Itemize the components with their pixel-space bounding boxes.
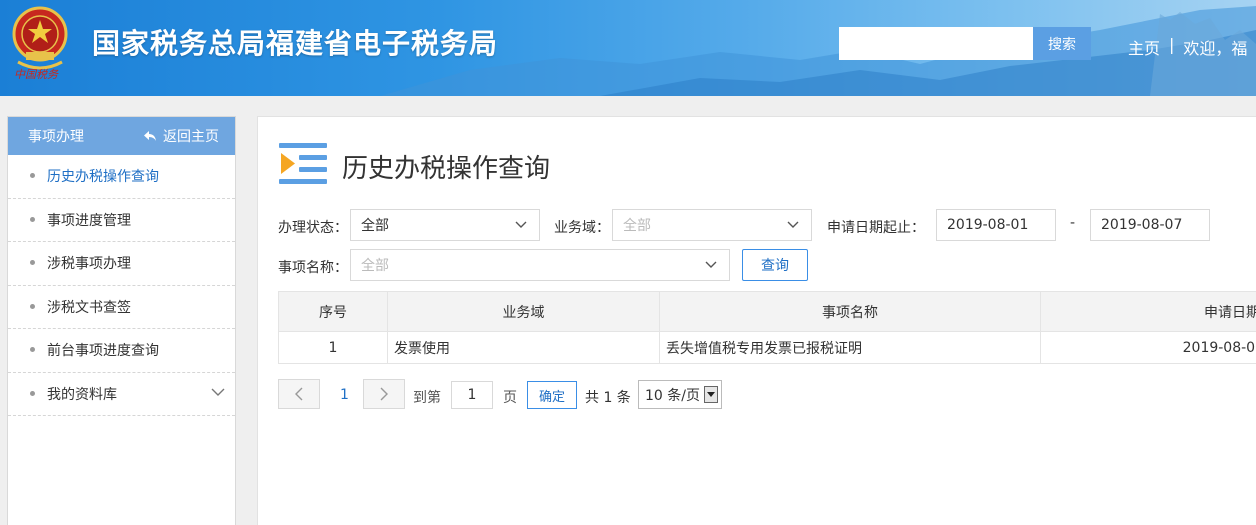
cell-item-name: 丢失增值税专用发票已报税证明: [659, 331, 1041, 364]
sidebar-item-my-library[interactable]: 我的资料库: [8, 373, 235, 416]
sidebar-item-tax-documents[interactable]: 涉税文书查签: [8, 286, 235, 329]
nav-separator: |: [1169, 35, 1175, 54]
date-range-dash: -: [1070, 215, 1076, 231]
table-header-row: 序号 业务域 事项名称 申请日期: [278, 291, 1256, 332]
sidebar-item-label: 前台事项进度查询: [47, 343, 159, 360]
next-page-button[interactable]: [363, 379, 405, 409]
status-select-value: 全部: [361, 218, 389, 234]
back-home-link[interactable]: 返回主页: [143, 126, 219, 146]
item-name-label: 事项名称：: [278, 260, 348, 276]
domain-select[interactable]: 全部: [612, 209, 812, 241]
nav-welcome-text[interactable]: 欢迎，福: [1183, 35, 1247, 59]
date-end-input[interactable]: 2019-08-07: [1090, 209, 1210, 241]
top-nav: 主页 | 欢迎，福: [1128, 35, 1247, 59]
sidebar-item-label: 事项进度管理: [47, 212, 131, 229]
back-home-label: 返回主页: [163, 129, 219, 145]
cell-index: 1: [278, 331, 388, 364]
chevron-right-icon: [380, 387, 388, 401]
bullet-icon: [30, 173, 35, 179]
sidebar-title: 事项办理: [28, 129, 84, 145]
column-header-domain: 业务域: [387, 291, 660, 332]
item-name-select[interactable]: 全部: [350, 249, 730, 281]
page-size-value: 10 条/页: [645, 387, 700, 404]
sidebar: 事项办理 返回主页 历史办税操作查询 事项进度管理 涉税事项办理 涉税文书查签 …: [7, 116, 236, 525]
sidebar-item-front-desk-progress[interactable]: 前台事项进度查询: [8, 329, 235, 373]
sidebar-item-tax-matters[interactable]: 涉税事项办理: [8, 242, 235, 286]
status-label: 办理状态：: [278, 220, 348, 236]
table-row[interactable]: 1 发票使用 丢失增值税专用发票已报税证明 2019-08-07: [278, 331, 1256, 364]
goto-page-input[interactable]: 1: [451, 381, 493, 409]
nav-home-link[interactable]: 主页: [1128, 35, 1160, 59]
page-size-select[interactable]: 10 条/页: [638, 380, 722, 409]
main-panel: 历史办税操作查询 办理状态： 全部 业务域： 全部 申请日期起止： 2019-0…: [257, 116, 1256, 525]
status-select[interactable]: 全部: [350, 209, 540, 241]
column-header-index: 序号: [278, 291, 388, 332]
search-input[interactable]: [839, 27, 1033, 60]
results-table: 序号 业务域 事项名称 申请日期 1 发票使用 丢失增值税专用发票已报税证明 2…: [278, 291, 1256, 364]
domain-label: 业务域：: [554, 220, 610, 236]
column-header-apply-date: 申请日期: [1040, 291, 1256, 332]
dropdown-arrow-icon: [704, 386, 718, 403]
chevron-down-icon[interactable]: [211, 387, 225, 397]
bullet-icon: [30, 216, 35, 222]
item-name-placeholder: 全部: [361, 258, 389, 274]
chevron-down-icon: [515, 221, 527, 228]
page-title: 历史办税操作查询: [342, 154, 551, 184]
sidebar-item-progress-management[interactable]: 事项进度管理: [8, 199, 235, 242]
bullet-icon: [30, 303, 35, 309]
sidebar-header: 事项办理 返回主页: [8, 117, 235, 155]
chevron-left-icon: [295, 387, 303, 401]
bullet-icon: [30, 390, 35, 396]
sidebar-item-label: 我的资料库: [47, 386, 117, 403]
sidebar-item-label: 涉税事项办理: [47, 256, 131, 273]
date-range-label: 申请日期起止：: [827, 220, 925, 236]
bullet-icon: [30, 347, 35, 353]
date-start-input[interactable]: 2019-08-01: [936, 209, 1056, 241]
reply-arrow-icon: [144, 131, 156, 141]
cell-domain: 发票使用: [387, 331, 660, 364]
emblem-caption: 中国税务: [14, 68, 58, 81]
chevron-down-icon: [787, 221, 799, 228]
header-banner: 中国税务 国家税务总局福建省电子税务局 搜索 主页 | 欢迎，福: [0, 0, 1256, 96]
total-count-text: 共 1 条: [585, 390, 631, 406]
query-button[interactable]: 查询: [742, 249, 808, 281]
page-number-current[interactable]: 1: [340, 387, 349, 403]
sidebar-item-history-query[interactable]: 历史办税操作查询: [8, 155, 235, 199]
page-list-icon: [279, 143, 327, 184]
cell-apply-date: 2019-08-07: [1040, 331, 1256, 364]
sidebar-item-label: 涉税文书查签: [47, 299, 131, 316]
sidebar-item-label: 历史办税操作查询: [47, 169, 159, 186]
bullet-icon: [30, 260, 35, 266]
chevron-down-icon: [705, 261, 717, 268]
page-unit-label: 页: [503, 390, 517, 406]
goto-confirm-button[interactable]: 确定: [527, 381, 577, 409]
domain-select-placeholder: 全部: [623, 218, 651, 234]
search-button[interactable]: 搜索: [1033, 27, 1091, 60]
prev-page-button[interactable]: [278, 379, 320, 409]
goto-label: 到第: [413, 390, 441, 406]
site-title: 国家税务总局福建省电子税务局: [92, 27, 499, 60]
column-header-item-name: 事项名称: [659, 291, 1041, 332]
